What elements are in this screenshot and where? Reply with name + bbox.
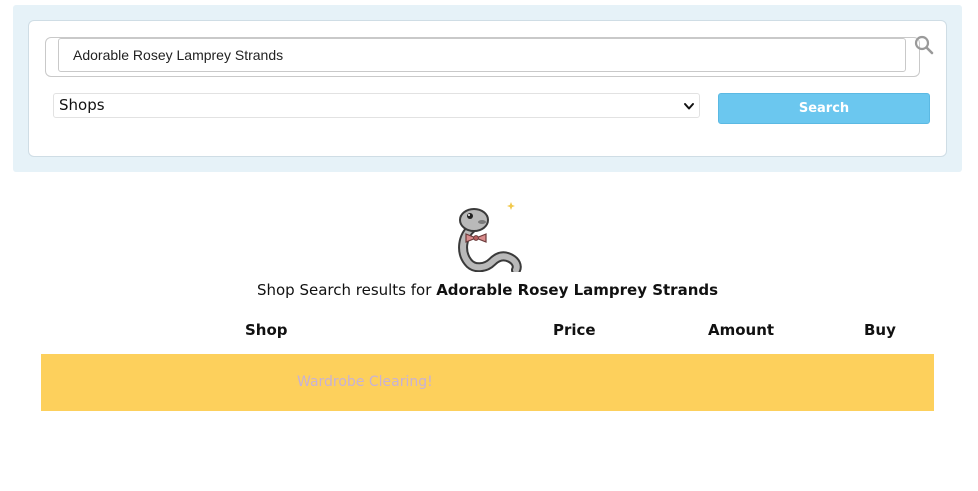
shop-link[interactable]: Wardrobe Clearing! <box>297 374 433 390</box>
search-input-wrapper <box>45 37 920 77</box>
results-heading-prefix: Shop Search results for <box>256 281 432 299</box>
column-header-amount: Amount <box>708 321 775 339</box>
search-card: Shops Search <box>28 20 947 157</box>
search-type-selected: Shops <box>59 96 105 114</box>
search-button[interactable]: Search <box>718 93 930 124</box>
column-header-buy: Buy <box>864 321 896 339</box>
search-input[interactable] <box>58 38 906 72</box>
table-row: Wardrobe Clearing! <box>41 354 934 411</box>
magnifier-icon[interactable] <box>914 35 934 55</box>
search-type-select[interactable]: Shops <box>53 93 700 118</box>
lamprey-mascot-icon <box>458 202 522 272</box>
search-panel: Shops Search <box>13 5 962 172</box>
column-header-shop: Shop <box>245 321 288 339</box>
column-header-price: Price <box>553 321 596 339</box>
results-heading-query: Adorable Rosey Lamprey Strands <box>436 281 719 299</box>
chevron-down-icon <box>684 103 694 110</box>
results-heading: Shop Search results for Adorable Rosey L… <box>0 281 975 299</box>
